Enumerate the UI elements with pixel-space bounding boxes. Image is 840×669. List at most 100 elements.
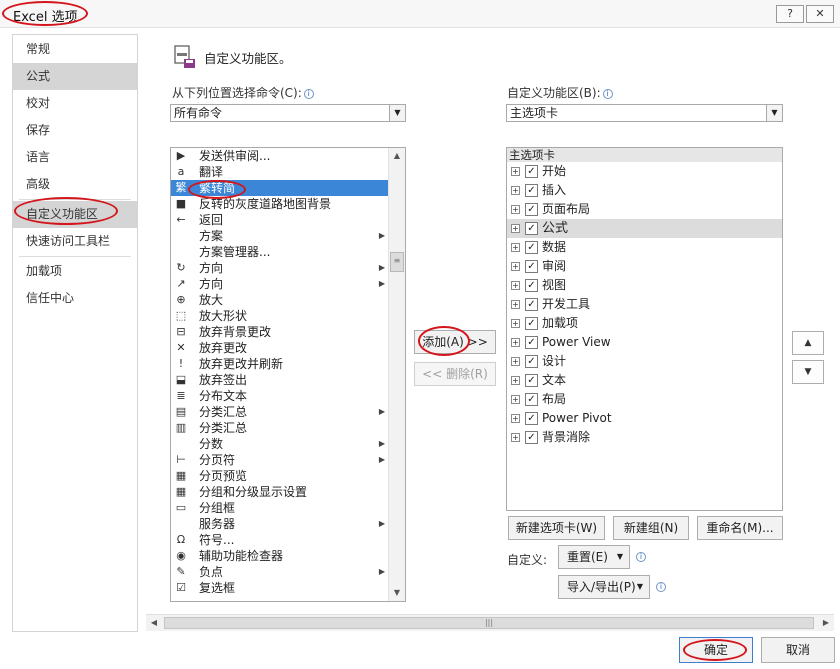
command-item[interactable]: ⬚ 放大形状: [171, 308, 389, 324]
command-item[interactable]: a 翻译: [171, 164, 389, 180]
nav-item-quick-access[interactable]: 快速访问工具栏: [13, 228, 137, 255]
move-down-button[interactable]: ▼: [792, 360, 824, 384]
nav-item-addins[interactable]: 加载项: [13, 258, 137, 285]
tab-checkbox[interactable]: ✓: [525, 260, 538, 273]
tab-checkbox[interactable]: ✓: [525, 298, 538, 311]
command-item[interactable]: ⬓ 放弃签出: [171, 372, 389, 388]
tab-checkbox[interactable]: ✓: [525, 412, 538, 425]
help-button[interactable]: ?: [776, 5, 804, 23]
command-item[interactable]: ← 返回: [171, 212, 389, 228]
tab-checkbox[interactable]: ✓: [525, 184, 538, 197]
move-up-button[interactable]: ▲: [792, 331, 824, 355]
nav-item-language[interactable]: 语言: [13, 144, 137, 171]
ribbon-tab-item[interactable]: + ✓ 审阅: [507, 257, 782, 276]
tab-checkbox[interactable]: ✓: [525, 165, 538, 178]
expand-icon[interactable]: +: [511, 262, 520, 271]
expand-icon[interactable]: +: [511, 281, 520, 290]
commands-scrollbar[interactable]: ▲ ≡ ▼: [388, 148, 405, 601]
command-item[interactable]: ≣ 分布文本: [171, 388, 389, 404]
nav-item-advanced[interactable]: 高级: [13, 171, 137, 198]
tab-checkbox[interactable]: ✓: [525, 203, 538, 216]
ribbon-tab-item[interactable]: + ✓ 开发工具: [507, 295, 782, 314]
command-item[interactable]: 服务器 ▶: [171, 516, 389, 532]
new-tab-button[interactable]: 新建选项卡(W): [508, 516, 605, 540]
command-item[interactable]: ⊟ 放弃背景更改: [171, 324, 389, 340]
command-item[interactable]: ⊢ 分页符 ▶: [171, 452, 389, 468]
ok-button[interactable]: 确定: [679, 637, 753, 663]
expand-icon[interactable]: +: [511, 319, 520, 328]
nav-item-general[interactable]: 常规: [13, 36, 137, 63]
nav-item-save[interactable]: 保存: [13, 117, 137, 144]
ribbon-tab-item[interactable]: + ✓ Power View: [507, 333, 782, 352]
expand-icon[interactable]: +: [511, 414, 520, 423]
ribbon-tab-item[interactable]: + ✓ 背景消除: [507, 428, 782, 447]
tab-checkbox[interactable]: ✓: [525, 355, 538, 368]
command-item[interactable]: ▦ 分组和分级显示设置: [171, 484, 389, 500]
tab-checkbox[interactable]: ✓: [525, 279, 538, 292]
tab-checkbox[interactable]: ✓: [525, 393, 538, 406]
ribbon-tab-item[interactable]: + ✓ 数据: [507, 238, 782, 257]
tab-checkbox[interactable]: ✓: [525, 336, 538, 349]
tab-checkbox[interactable]: ✓: [525, 241, 538, 254]
expand-icon[interactable]: +: [511, 224, 520, 233]
expand-icon[interactable]: +: [511, 205, 520, 214]
reset-dropdown[interactable]: 重置(E) ▼: [558, 545, 630, 569]
ribbon-tab-item[interactable]: + ✓ 公式: [507, 219, 782, 238]
choose-commands-dropdown[interactable]: 所有命令 ▼: [170, 104, 406, 122]
nav-item-proofing[interactable]: 校对: [13, 90, 137, 117]
tab-checkbox[interactable]: ✓: [525, 222, 538, 235]
nav-item-trust-center[interactable]: 信任中心: [13, 285, 137, 312]
scroll-thumb[interactable]: ≡: [390, 252, 404, 272]
command-item[interactable]: 分数 ▶: [171, 436, 389, 452]
command-item[interactable]: ▤ 分类汇总 ▶: [171, 404, 389, 420]
command-item[interactable]: ☑ 复选框: [171, 580, 389, 596]
ribbon-tab-item[interactable]: + ✓ 文本: [507, 371, 782, 390]
ribbon-tab-item[interactable]: + ✓ 视图: [507, 276, 782, 295]
command-item[interactable]: ↻ 方向 ▶: [171, 260, 389, 276]
add-button[interactable]: 添加(A) >>: [414, 330, 496, 354]
ribbon-tab-item[interactable]: + ✓ Power Pivot: [507, 409, 782, 428]
tab-checkbox[interactable]: ✓: [525, 374, 538, 387]
customize-ribbon-dropdown[interactable]: 主选项卡 ▼: [506, 104, 783, 122]
command-item[interactable]: ⊕ 放大: [171, 292, 389, 308]
cancel-button[interactable]: 取消: [761, 637, 835, 663]
ribbon-tab-item[interactable]: + ✓ 加载项: [507, 314, 782, 333]
ribbon-tab-item[interactable]: + ✓ 设计: [507, 352, 782, 371]
tab-checkbox[interactable]: ✓: [525, 431, 538, 444]
close-button[interactable]: ✕: [806, 5, 834, 23]
expand-icon[interactable]: +: [511, 376, 520, 385]
command-item[interactable]: 繁繁转简: [171, 180, 389, 196]
command-item[interactable]: ▭ 分组框: [171, 500, 389, 516]
tab-checkbox[interactable]: ✓: [525, 317, 538, 330]
command-item[interactable]: ✎ 负点 ▶: [171, 564, 389, 580]
command-item[interactable]: ◉ 辅助功能检查器: [171, 548, 389, 564]
command-item[interactable]: Ω 符号...: [171, 532, 389, 548]
expand-icon[interactable]: +: [511, 243, 520, 252]
rename-button[interactable]: 重命名(M)...: [697, 516, 783, 540]
command-item[interactable]: ↗ 方向 ▶: [171, 276, 389, 292]
ribbon-tab-item[interactable]: + ✓ 页面布局: [507, 200, 782, 219]
remove-button[interactable]: << 删除(R): [414, 362, 496, 386]
expand-icon[interactable]: +: [511, 338, 520, 347]
hscroll-thumb[interactable]: |||: [164, 617, 814, 629]
command-item[interactable]: ▶ 发送供审阅...: [171, 148, 389, 164]
scroll-right-icon[interactable]: ▶: [818, 615, 834, 631]
expand-icon[interactable]: +: [511, 186, 520, 195]
scroll-down-icon[interactable]: ▼: [389, 585, 405, 601]
import-export-dropdown[interactable]: 导入/导出(P) ▼: [558, 575, 650, 599]
new-group-button[interactable]: 新建组(N): [613, 516, 689, 540]
panel-hscrollbar[interactable]: ◀ ||| ▶: [146, 614, 834, 631]
commands-list[interactable]: ▶ 发送供审阅... a 翻译繁繁转简 ■ 反转的灰度道路地图背景 ← 返回 方案 ▶ 方案管理器.…: [170, 147, 406, 602]
scroll-up-icon[interactable]: ▲: [389, 148, 405, 164]
expand-icon[interactable]: +: [511, 300, 520, 309]
ribbon-tab-item[interactable]: + ✓ 插入: [507, 181, 782, 200]
ribbon-tab-item[interactable]: + ✓ 布局: [507, 390, 782, 409]
command-item[interactable]: ■ 反转的灰度道路地图背景: [171, 196, 389, 212]
command-item[interactable]: ! 放弃更改并刷新: [171, 356, 389, 372]
command-item[interactable]: 方案 ▶: [171, 228, 389, 244]
scroll-left-icon[interactable]: ◀: [146, 615, 162, 631]
command-item[interactable]: ✕ 放弃更改: [171, 340, 389, 356]
ribbon-tab-item[interactable]: + ✓ 开始: [507, 162, 782, 181]
command-item[interactable]: ▦ 分页预览: [171, 468, 389, 484]
expand-icon[interactable]: +: [511, 395, 520, 404]
